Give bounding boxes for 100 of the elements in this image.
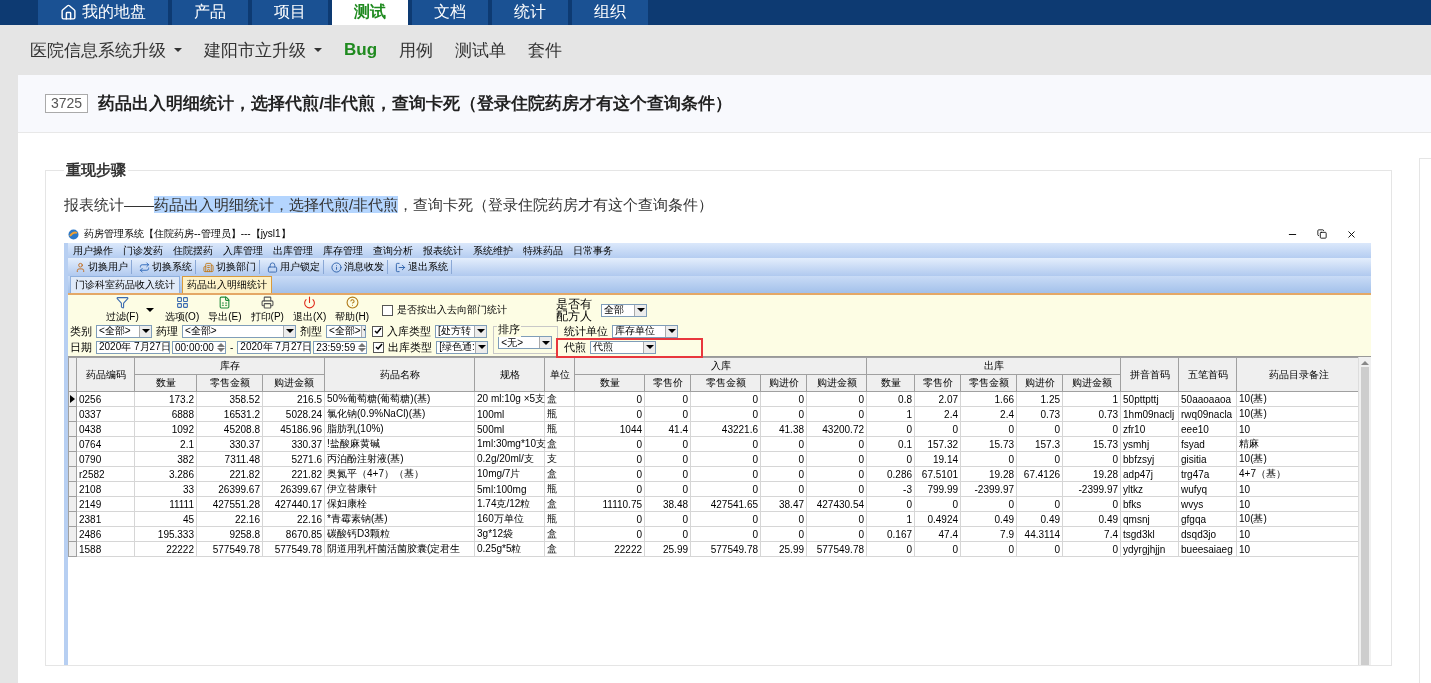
table-cell: 0: [806, 451, 867, 467]
toolbar-button[interactable]: 用户锁定: [264, 260, 324, 274]
menu-item[interactable]: 住院摆药: [168, 243, 218, 258]
table-cell: 221.82: [196, 466, 263, 482]
action-button[interactable]: 帮助(H): [335, 296, 370, 324]
date-field[interactable]: 2020年 7月27日: [237, 340, 312, 354]
dropdown-field[interactable]: <无>: [498, 336, 553, 349]
checkbox[interactable]: [372, 325, 383, 337]
table-cell: 427541.65: [690, 496, 761, 512]
table-cell: -2399.97: [1062, 481, 1121, 497]
table-cell: 0.49: [960, 511, 1017, 527]
dropdown-field[interactable]: <全部>: [182, 324, 296, 338]
action-button[interactable]: 打印(P): [250, 296, 284, 324]
toolbar-button[interactable]: 切换部门: [200, 260, 260, 274]
table-cell: 0: [960, 541, 1017, 557]
close-icon[interactable]: [1346, 228, 1357, 240]
column-group-header: 入库: [574, 357, 867, 375]
menu-item[interactable]: 门诊发药: [118, 243, 168, 258]
table-cell: 0: [914, 496, 961, 512]
date-field[interactable]: 2020年 7月27日: [96, 340, 170, 354]
dropdown-field[interactable]: [绿色通:: [436, 340, 489, 354]
bug-title: 药品出入明细统计，选择代煎/非代煎，查询卡死（登录住院药房才有这个查询条件）: [98, 93, 732, 115]
column-header: 拼音首码: [1120, 357, 1179, 392]
dropdown-field[interactable]: 库存单位: [612, 324, 679, 338]
table-cell: gisitia: [1178, 451, 1237, 467]
table-cell: 0.286: [866, 466, 915, 482]
toolbar-button[interactable]: 退出系统: [392, 260, 452, 274]
menu-item[interactable]: 出库管理: [268, 243, 318, 258]
restore-icon[interactable]: [1317, 229, 1327, 239]
table-cell: 19.28: [1062, 466, 1121, 482]
toolbar-button[interactable]: 消息收发: [328, 260, 388, 274]
dropdown-field[interactable]: 代煎: [590, 340, 657, 354]
checkbox[interactable]: [382, 304, 394, 316]
menu-item[interactable]: 报表统计: [418, 243, 468, 258]
menu-item[interactable]: 查询分析: [368, 243, 418, 258]
menu-item[interactable]: 特殊药品: [518, 243, 568, 258]
menu-item[interactable]: 日常事务: [568, 243, 618, 258]
table-cell: 0.49: [1062, 511, 1121, 527]
subnav-link[interactable]: 套件: [528, 38, 563, 62]
nav-tab[interactable]: 文档: [412, 0, 488, 25]
table-cell: 0: [1016, 421, 1063, 437]
table-cell: 11110.75: [574, 496, 645, 512]
table-cell: 0: [760, 481, 807, 497]
nav-tab[interactable]: 统计: [492, 0, 568, 25]
action-button[interactable]: 过滤(F): [106, 296, 139, 324]
time-field[interactable]: 23:59:59: [313, 340, 368, 354]
range-separator: -: [230, 341, 234, 353]
action-button[interactable]: 导出(E): [208, 296, 242, 324]
toolbar-button[interactable]: 切换用户: [72, 260, 132, 274]
table-cell: 45: [134, 511, 197, 527]
subnav-link[interactable]: 建阳市立升级: [204, 38, 322, 62]
menu-item[interactable]: 库存管理: [318, 243, 368, 258]
nav-tab[interactable]: 我的地盘: [38, 0, 168, 25]
dropdown-field[interactable]: 全部: [601, 303, 648, 317]
subnav-link[interactable]: 医院信息系统升级: [30, 38, 182, 62]
table-cell: 22.16: [196, 511, 263, 527]
table-cell: 2108: [76, 481, 135, 497]
checkbox[interactable]: [373, 341, 385, 353]
time-field[interactable]: 00:00:00: [172, 340, 226, 354]
nav-tab[interactable]: 产品: [172, 0, 248, 25]
nav-tab[interactable]: 组织: [572, 0, 648, 25]
table-cell: 瓶: [544, 421, 575, 437]
dropdown-field[interactable]: <全部>: [96, 324, 152, 338]
dropdown-field[interactable]: <全部>: [326, 324, 366, 338]
table-cell: 盒: [544, 391, 575, 407]
subnav-link[interactable]: 测试单: [455, 38, 507, 62]
user-icon: [75, 261, 86, 273]
toolbar-button[interactable]: 切换系统: [136, 260, 196, 274]
tab[interactable]: 药品出入明细统计: [182, 276, 272, 293]
home-icon: [60, 4, 77, 21]
dropdown-field[interactable]: [处方转: [435, 324, 487, 338]
table-cell: 22.16: [262, 511, 325, 527]
table-cell: 0: [690, 406, 761, 422]
table-cell: 脂肪乳(10%): [324, 421, 475, 437]
table-cell: 0.2g/20ml/支: [474, 451, 545, 467]
subnav-link[interactable]: 用例: [399, 38, 434, 62]
menu-item[interactable]: 入库管理: [218, 243, 268, 258]
table-cell: 0: [760, 466, 807, 482]
table-cell: -2399.97: [960, 481, 1017, 497]
action-button[interactable]: 退出(X): [292, 296, 327, 324]
table-cell: 10mg/7片: [474, 466, 545, 482]
scroll-thumb[interactable]: [1361, 367, 1369, 665]
table-cell: 0: [866, 451, 915, 467]
nav-tab[interactable]: 项目: [252, 0, 328, 25]
table-cell: 0: [960, 496, 1017, 512]
menu-item[interactable]: 系统维护: [468, 243, 518, 258]
table-cell: 44.3114: [1016, 526, 1063, 542]
table-cell: 50pttpttj: [1120, 391, 1179, 407]
caret-icon: [145, 308, 154, 312]
table-cell: 碳酸钙D3颗粒: [324, 526, 475, 542]
tab[interactable]: 门诊科室药品收入统计: [70, 276, 180, 293]
caret-icon: [476, 329, 485, 333]
action-button[interactable]: 选项(O): [164, 296, 200, 324]
table-cell: 0.8: [866, 391, 915, 407]
table-cell: -3: [866, 481, 915, 497]
menu-item[interactable]: 用户操作: [68, 243, 118, 258]
nav-tab[interactable]: 测试: [332, 0, 408, 25]
caret-icon: [477, 345, 486, 349]
caret-icon: [285, 329, 294, 333]
subnav-link[interactable]: Bug: [344, 40, 378, 60]
